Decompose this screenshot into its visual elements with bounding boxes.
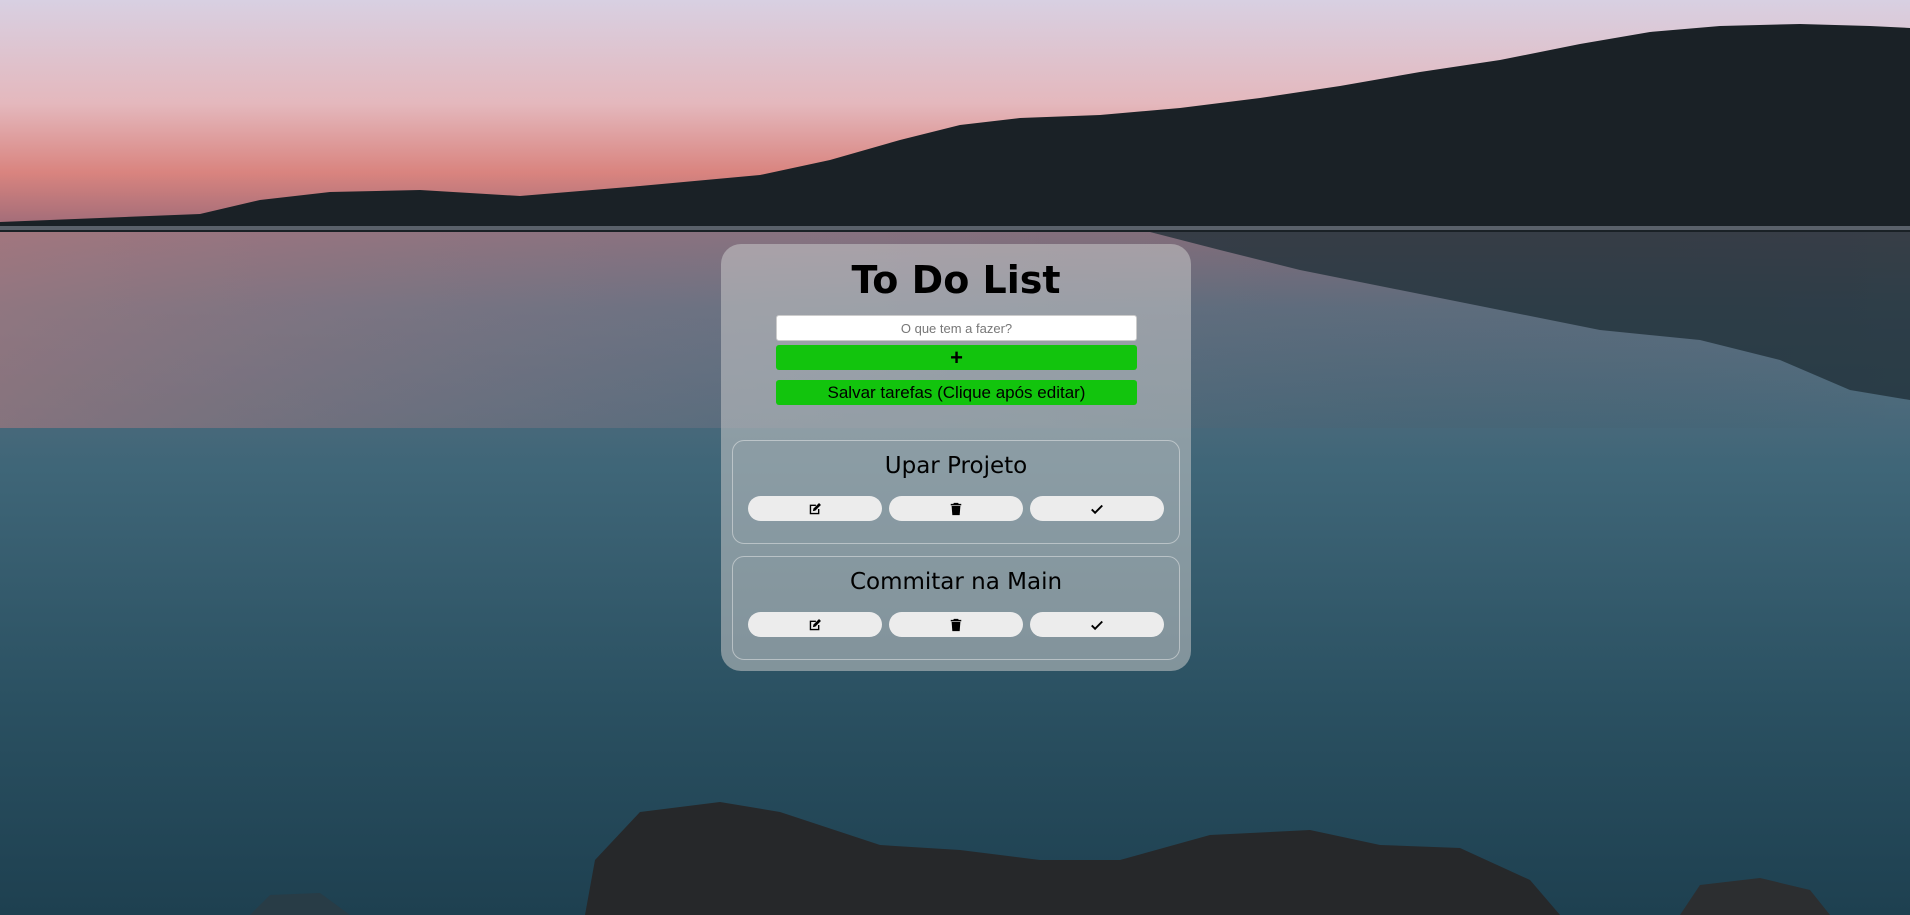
- task-item: Upar Projeto: [732, 440, 1180, 544]
- delete-task-button[interactable]: [889, 496, 1023, 521]
- task-title: Commitar na Main: [849, 569, 1063, 595]
- save-tasks-button[interactable]: Salvar tarefas (Clique após editar): [776, 380, 1137, 405]
- complete-task-button[interactable]: [1030, 612, 1164, 637]
- task-title: Upar Projeto: [884, 453, 1028, 479]
- add-task-button[interactable]: +: [776, 345, 1137, 370]
- trash-icon: [950, 618, 962, 631]
- todo-card: To Do List + Salvar tarefas (Clique após…: [721, 244, 1191, 671]
- page-title: To Do List: [851, 258, 1061, 302]
- edit-task-button[interactable]: [748, 496, 882, 521]
- task-actions: [748, 496, 1164, 521]
- check-icon: [1091, 504, 1103, 514]
- complete-task-button[interactable]: [1030, 496, 1164, 521]
- trash-icon: [950, 502, 962, 515]
- task-actions: [748, 612, 1164, 637]
- edit-icon: [809, 502, 821, 514]
- edit-icon: [809, 618, 821, 630]
- delete-task-button[interactable]: [889, 612, 1023, 637]
- check-icon: [1091, 620, 1103, 630]
- edit-task-button[interactable]: [748, 612, 882, 637]
- task-item: Commitar na Main: [732, 556, 1180, 660]
- task-input[interactable]: [776, 315, 1137, 341]
